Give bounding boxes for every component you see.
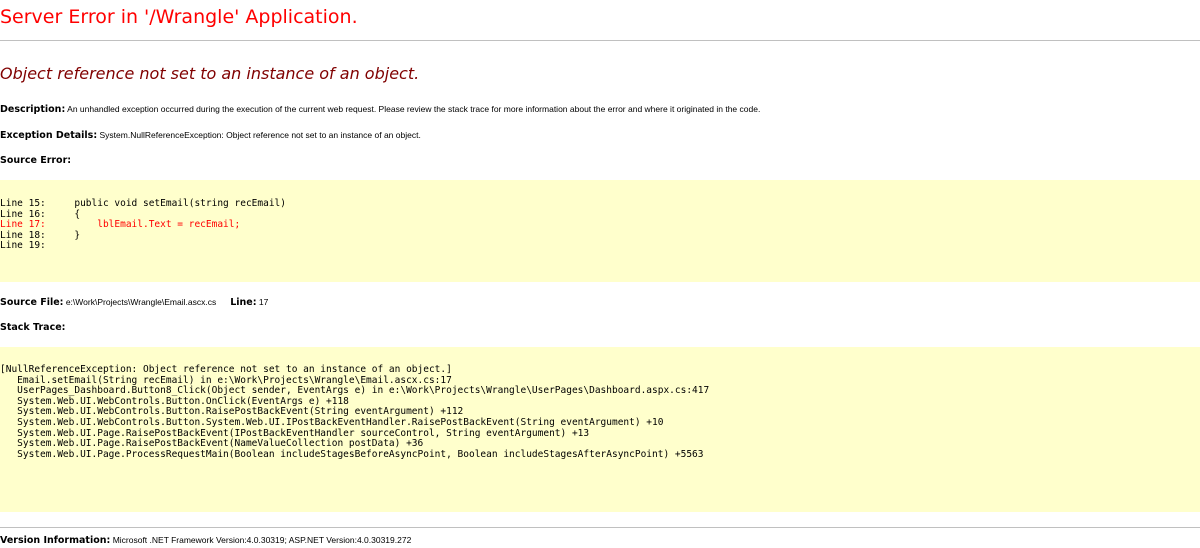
source-line-label: Line: bbox=[230, 297, 257, 308]
description-text: An unhandled exception occurred during t… bbox=[67, 104, 761, 114]
source-file-row: Source File: e:\Work\Projects\Wrangle\Em… bbox=[0, 297, 268, 308]
description-row: Description: An unhandled exception occu… bbox=[0, 104, 760, 115]
source-line-number: 17 bbox=[258, 297, 269, 307]
stack-trace-line: System.Web.UI.WebControls.Button.RaisePo… bbox=[0, 406, 464, 418]
page-title: Server Error in '/Wrangle' Application. bbox=[0, 6, 358, 28]
version-info-label: Version Information: bbox=[0, 535, 111, 546]
source-code-line: Line 16: { bbox=[0, 208, 81, 220]
source-code-line: Line 19: bbox=[0, 240, 46, 252]
stack-trace-line: System.Web.UI.Page.RaisePostBackEvent(IP… bbox=[0, 427, 590, 439]
source-file-label: Source File: bbox=[0, 297, 64, 308]
version-info-row: Version Information: Microsoft .NET Fram… bbox=[0, 535, 411, 546]
source-error-line-highlighted: Line 17: lblEmail.Text = recEmail; bbox=[0, 219, 241, 231]
source-code-line: Line 18: } bbox=[0, 229, 81, 241]
source-error-code-block: Line 15: public void setEmail(string rec… bbox=[0, 180, 1200, 282]
stack-trace-line: System.Web.UI.Page.RaisePostBackEvent(Na… bbox=[0, 438, 424, 450]
stack-trace-lines: [NullReferenceException: Object referenc… bbox=[0, 347, 1200, 460]
source-file-path: e:\Work\Projects\Wrangle\Email.ascx.cs bbox=[65, 297, 217, 307]
title-divider bbox=[0, 40, 1200, 41]
stack-trace-line: System.Web.UI.WebControls.Button.System.… bbox=[0, 416, 664, 428]
description-label: Description: bbox=[0, 104, 66, 115]
stack-trace-code-block: [NullReferenceException: Object referenc… bbox=[0, 347, 1200, 512]
version-info-text: Microsoft .NET Framework Version:4.0.303… bbox=[112, 535, 412, 545]
stack-trace-line: System.Web.UI.WebControls.Button.OnClick… bbox=[0, 395, 349, 407]
exception-details-text: System.NullReferenceException: Object re… bbox=[99, 130, 421, 140]
version-divider bbox=[0, 527, 1200, 528]
stack-trace-line: [NullReferenceException: Object referenc… bbox=[0, 364, 452, 375]
stack-trace-line: Email.setEmail(String recEmail) in e:\Wo… bbox=[0, 374, 452, 386]
source-error-lines: Line 15: public void setEmail(string rec… bbox=[0, 180, 1200, 252]
exception-details-row: Exception Details: System.NullReferenceE… bbox=[0, 130, 421, 141]
exception-details-label: Exception Details: bbox=[0, 130, 98, 141]
exception-message: Object reference not set to an instance … bbox=[0, 64, 420, 83]
stack-trace-line: System.Web.UI.Page.ProcessRequestMain(Bo… bbox=[0, 448, 704, 460]
stack-trace-heading: Stack Trace: bbox=[0, 322, 66, 333]
source-error-heading: Source Error: bbox=[0, 155, 72, 166]
stack-trace-line: UserPages_Dashboard.Button8_Click(Object… bbox=[0, 385, 710, 397]
source-code-line: Line 15: public void setEmail(string rec… bbox=[0, 198, 286, 209]
